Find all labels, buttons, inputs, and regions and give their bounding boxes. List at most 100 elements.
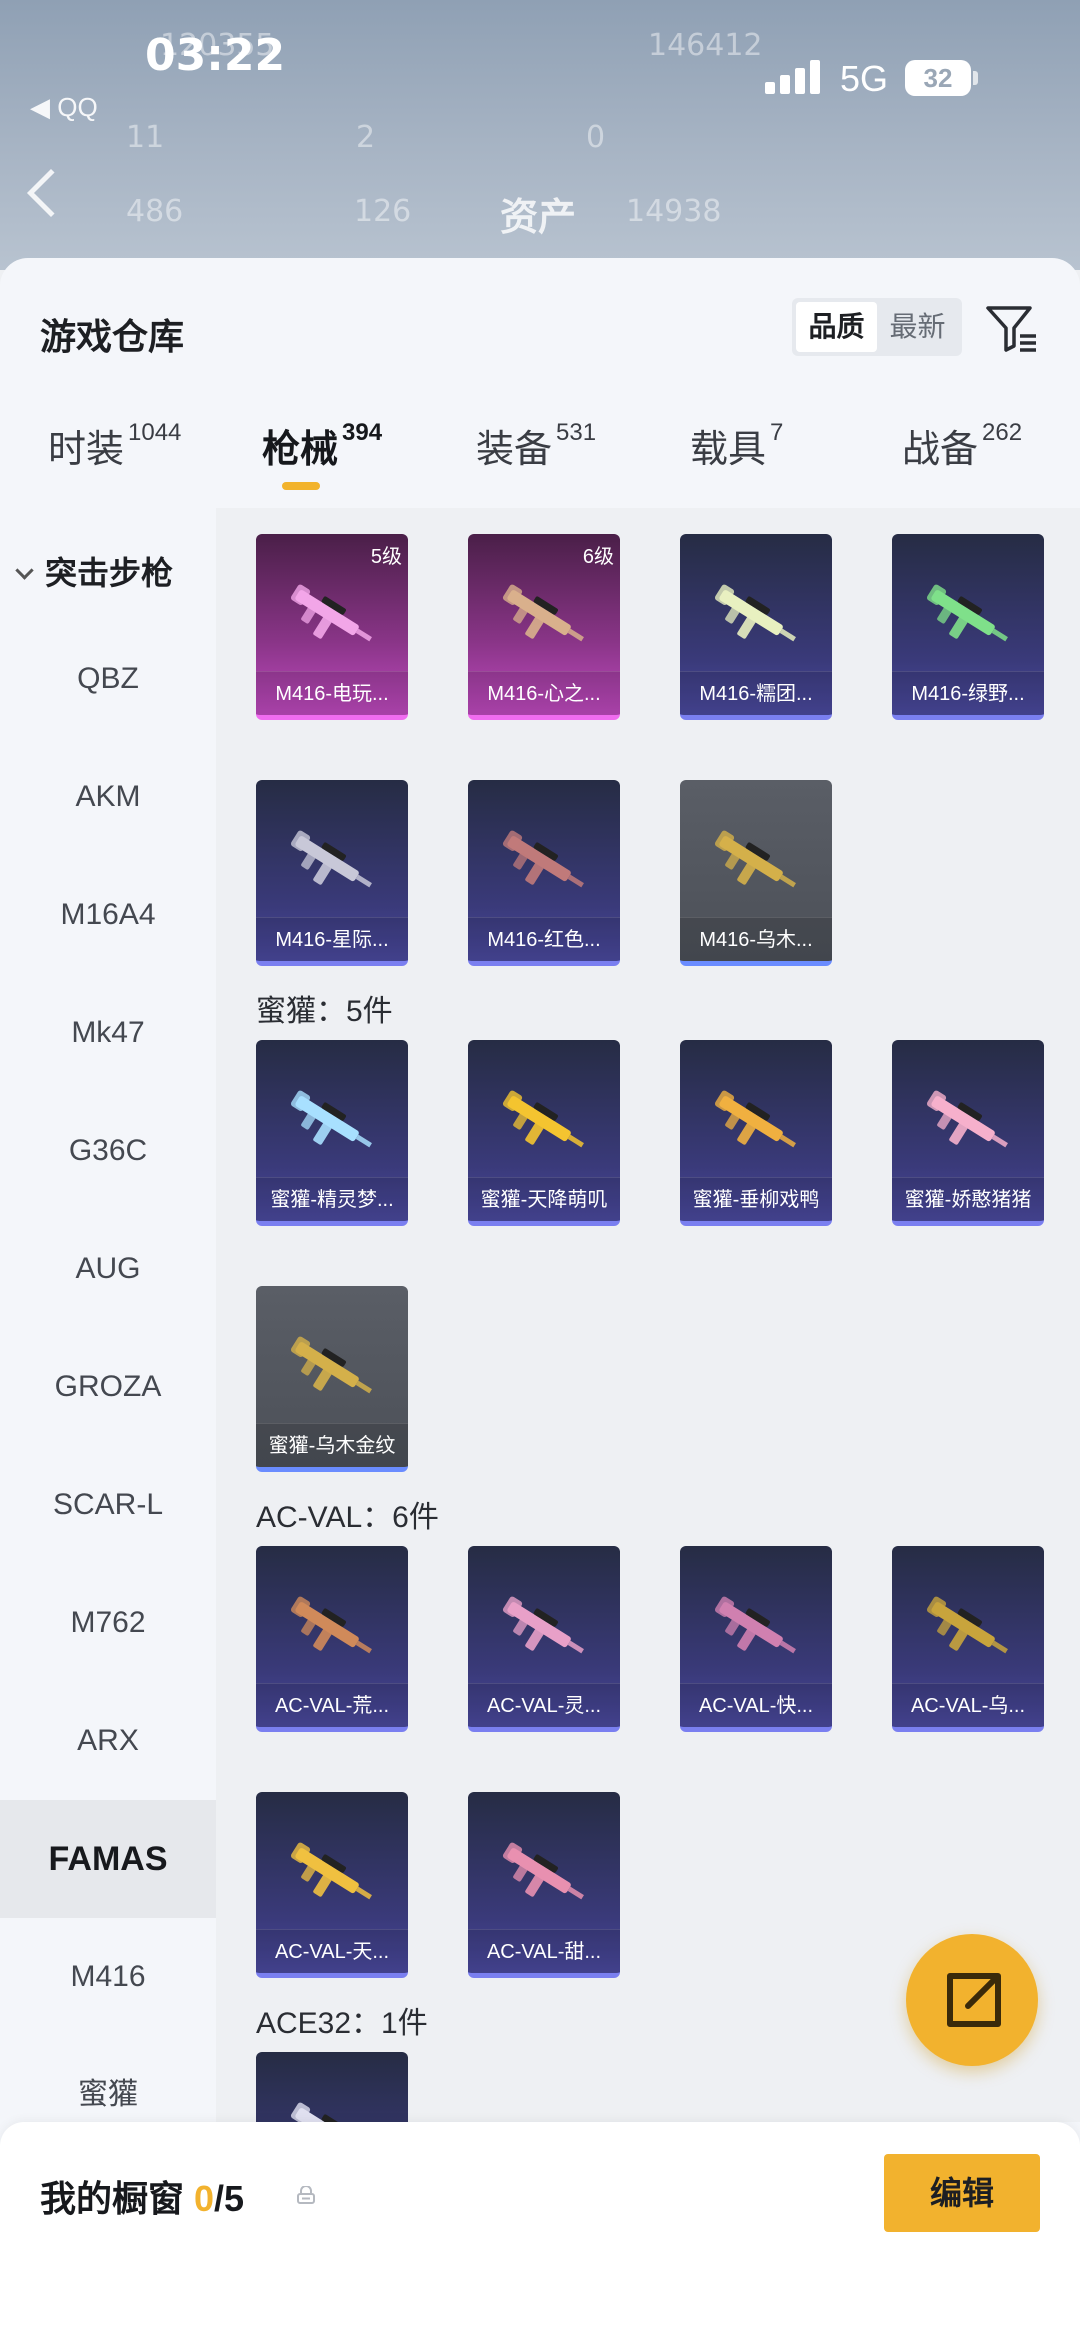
tab-count: 7 <box>770 419 784 446</box>
skin-name: M416-糯团... <box>680 671 832 715</box>
warehouse-sheet: 游戏仓库 品质 最新 时装 1044 枪械 394 装备 531 载具 7 战备 262 … <box>0 258 1080 2347</box>
weapon-card[interactable]: AC-VAL-荒... <box>256 1546 408 1732</box>
skin-name: M416-绿野... <box>892 671 1044 715</box>
showcase-count: 0 <box>194 2178 215 2219</box>
weapon-skin-icon <box>290 830 372 888</box>
tab-count: 262 <box>982 419 1023 446</box>
weapon-card[interactable]: 5级 M416-电玩... <box>256 534 408 720</box>
sidebar-item-m416[interactable]: M416 <box>0 1918 216 2036</box>
weapon-card[interactable] <box>256 2052 408 2122</box>
weapon-skin-icon <box>502 1596 584 1654</box>
skin-name: AC-VAL-荒... <box>256 1683 408 1727</box>
tab-label: 载具 <box>690 429 767 471</box>
tab-count: 531 <box>556 419 597 446</box>
weapon-grid: 蜜獾：5件 AC-VAL：6件 ACE32：1件 5级 M416-电玩... 6级 M… <box>216 508 1080 2122</box>
weapon-card[interactable]: 蜜獾-天降萌叽 <box>468 1040 620 1226</box>
chevron-down-icon <box>15 561 34 580</box>
section-label-ace32: ACE32：1件 <box>256 2007 428 2040</box>
sidebar-item-akm[interactable]: AKM <box>0 738 216 856</box>
weapon-card[interactable]: 蜜獾-乌木金纹 <box>256 1286 408 1472</box>
weapon-card[interactable]: 蜜獾-娇憨猪猪 <box>892 1040 1044 1226</box>
sort-newest-option[interactable]: 最新 <box>877 302 958 352</box>
sidebar-item-qbz[interactable]: QBZ <box>0 620 216 738</box>
background-header: 120355 146412 11 2 0 486 126 14938 03:22… <box>0 0 1080 270</box>
weapon-skin-icon <box>714 1596 796 1654</box>
tab-equipment[interactable]: 装备 531 <box>476 418 596 473</box>
section-label-ac-val: AC-VAL：6件 <box>256 1501 439 1534</box>
tab-supplies[interactable]: 战备 262 <box>902 418 1022 473</box>
sidebar-item-m762[interactable]: M762 <box>0 1564 216 1682</box>
network-type: 5G <box>840 58 889 99</box>
header-value: 146412 <box>648 28 763 63</box>
lock-icon <box>297 2186 315 2204</box>
edit-button[interactable]: 编辑 <box>884 2154 1040 2232</box>
status-time: 03:22 <box>145 30 286 81</box>
weapon-skin-icon <box>714 1090 796 1148</box>
weapon-skin-icon <box>502 830 584 888</box>
sidebar-item-famas[interactable]: FAMAS <box>0 1800 216 1918</box>
weapon-skin-icon <box>290 1596 372 1654</box>
skin-level: 6级 <box>582 546 614 568</box>
skin-name: M416-星际... <box>256 917 408 961</box>
header-value: 2 <box>356 120 376 155</box>
sidebar-item-groza[interactable]: GROZA <box>0 1328 216 1446</box>
back-to-app-link[interactable]: ◀ QQ <box>30 92 98 123</box>
sidebar-item-m16a4[interactable]: M16A4 <box>0 856 216 974</box>
weapon-skin-icon <box>502 584 584 642</box>
showcase-total: /5 <box>214 2178 245 2219</box>
header-value: 14938 <box>626 194 722 229</box>
share-button[interactable] <box>906 1934 1038 2066</box>
tab-vehicles[interactable]: 载具 7 <box>690 418 783 473</box>
weapon-skin-icon <box>290 1842 372 1900</box>
weapon-card[interactable]: M416-绿野... <box>892 534 1044 720</box>
sheet-header: 游戏仓库 品质 最新 时装 1044 枪械 394 装备 531 载具 7 战备 262 <box>0 258 1080 508</box>
weapon-card[interactable]: 蜜獾-精灵梦... <box>256 1040 408 1226</box>
weapon-card[interactable]: AC-VAL-甜... <box>468 1792 620 1978</box>
signal-icon <box>765 60 821 94</box>
tab-weapons[interactable]: 枪械 394 <box>262 418 382 473</box>
active-tab-indicator <box>282 482 320 490</box>
weapon-skin-icon <box>502 1842 584 1900</box>
weapon-skin-icon <box>714 830 796 888</box>
weapon-card[interactable]: M416-乌木... <box>680 780 832 966</box>
weapon-card[interactable]: M416-糯团... <box>680 534 832 720</box>
sort-quality-option[interactable]: 品质 <box>796 302 877 352</box>
weapon-card[interactable]: M416-红色... <box>468 780 620 966</box>
weapon-skin-icon <box>926 1090 1008 1148</box>
tab-outfit[interactable]: 时装 1044 <box>48 418 181 473</box>
sidebar-item-arx[interactable]: ARX <box>0 1682 216 1800</box>
skin-name: AC-VAL-甜... <box>468 1929 620 1973</box>
sidebar-item-g36c[interactable]: G36C <box>0 1092 216 1210</box>
weapon-card[interactable]: AC-VAL-快... <box>680 1546 832 1732</box>
skin-name: AC-VAL-快... <box>680 1683 832 1727</box>
weapon-card[interactable]: 蜜獾-垂柳戏鸭 <box>680 1040 832 1226</box>
battery-tip <box>973 71 978 85</box>
weapon-skin-icon <box>290 2102 359 2122</box>
sheet-title: 游戏仓库 <box>40 316 185 357</box>
back-icon[interactable] <box>26 168 76 218</box>
weapon-skin-icon <box>290 584 372 642</box>
sidebar-item-scar-l[interactable]: SCAR-L <box>0 1446 216 1564</box>
sort-toggle: 品质 最新 <box>792 298 962 356</box>
weapon-card[interactable]: AC-VAL-乌... <box>892 1546 1044 1732</box>
weapon-skin-icon <box>502 1090 584 1148</box>
sidebar-item-mk47[interactable]: Mk47 <box>0 974 216 1092</box>
skin-name: AC-VAL-乌... <box>892 1683 1044 1727</box>
category-assault-rifle[interactable]: 突击步枪 <box>15 548 174 594</box>
skin-name: M416-红色... <box>468 917 620 961</box>
skin-name: 蜜獾-精灵梦... <box>256 1177 408 1221</box>
skin-name: 蜜獾-垂柳戏鸭 <box>680 1177 832 1221</box>
battery-icon: 32 <box>905 60 971 96</box>
weapon-card[interactable]: 6级 M416-心之... <box>468 534 620 720</box>
weapon-card[interactable]: AC-VAL-天... <box>256 1792 408 1978</box>
filter-icon[interactable] <box>984 300 1040 356</box>
skin-name: 蜜獾-乌木金纹 <box>256 1423 408 1467</box>
category-label: 突击步枪 <box>45 555 174 591</box>
share-icon <box>947 1973 1001 2027</box>
tab-label: 战备 <box>902 429 979 471</box>
weapon-card[interactable]: M416-星际... <box>256 780 408 966</box>
header-value: 126 <box>354 194 412 229</box>
weapon-type-sidebar: 突击步枪 QBZ AKM M16A4 Mk47 G36C AUG GROZA S… <box>0 508 216 2122</box>
sidebar-item-aug[interactable]: AUG <box>0 1210 216 1328</box>
weapon-card[interactable]: AC-VAL-灵... <box>468 1546 620 1732</box>
